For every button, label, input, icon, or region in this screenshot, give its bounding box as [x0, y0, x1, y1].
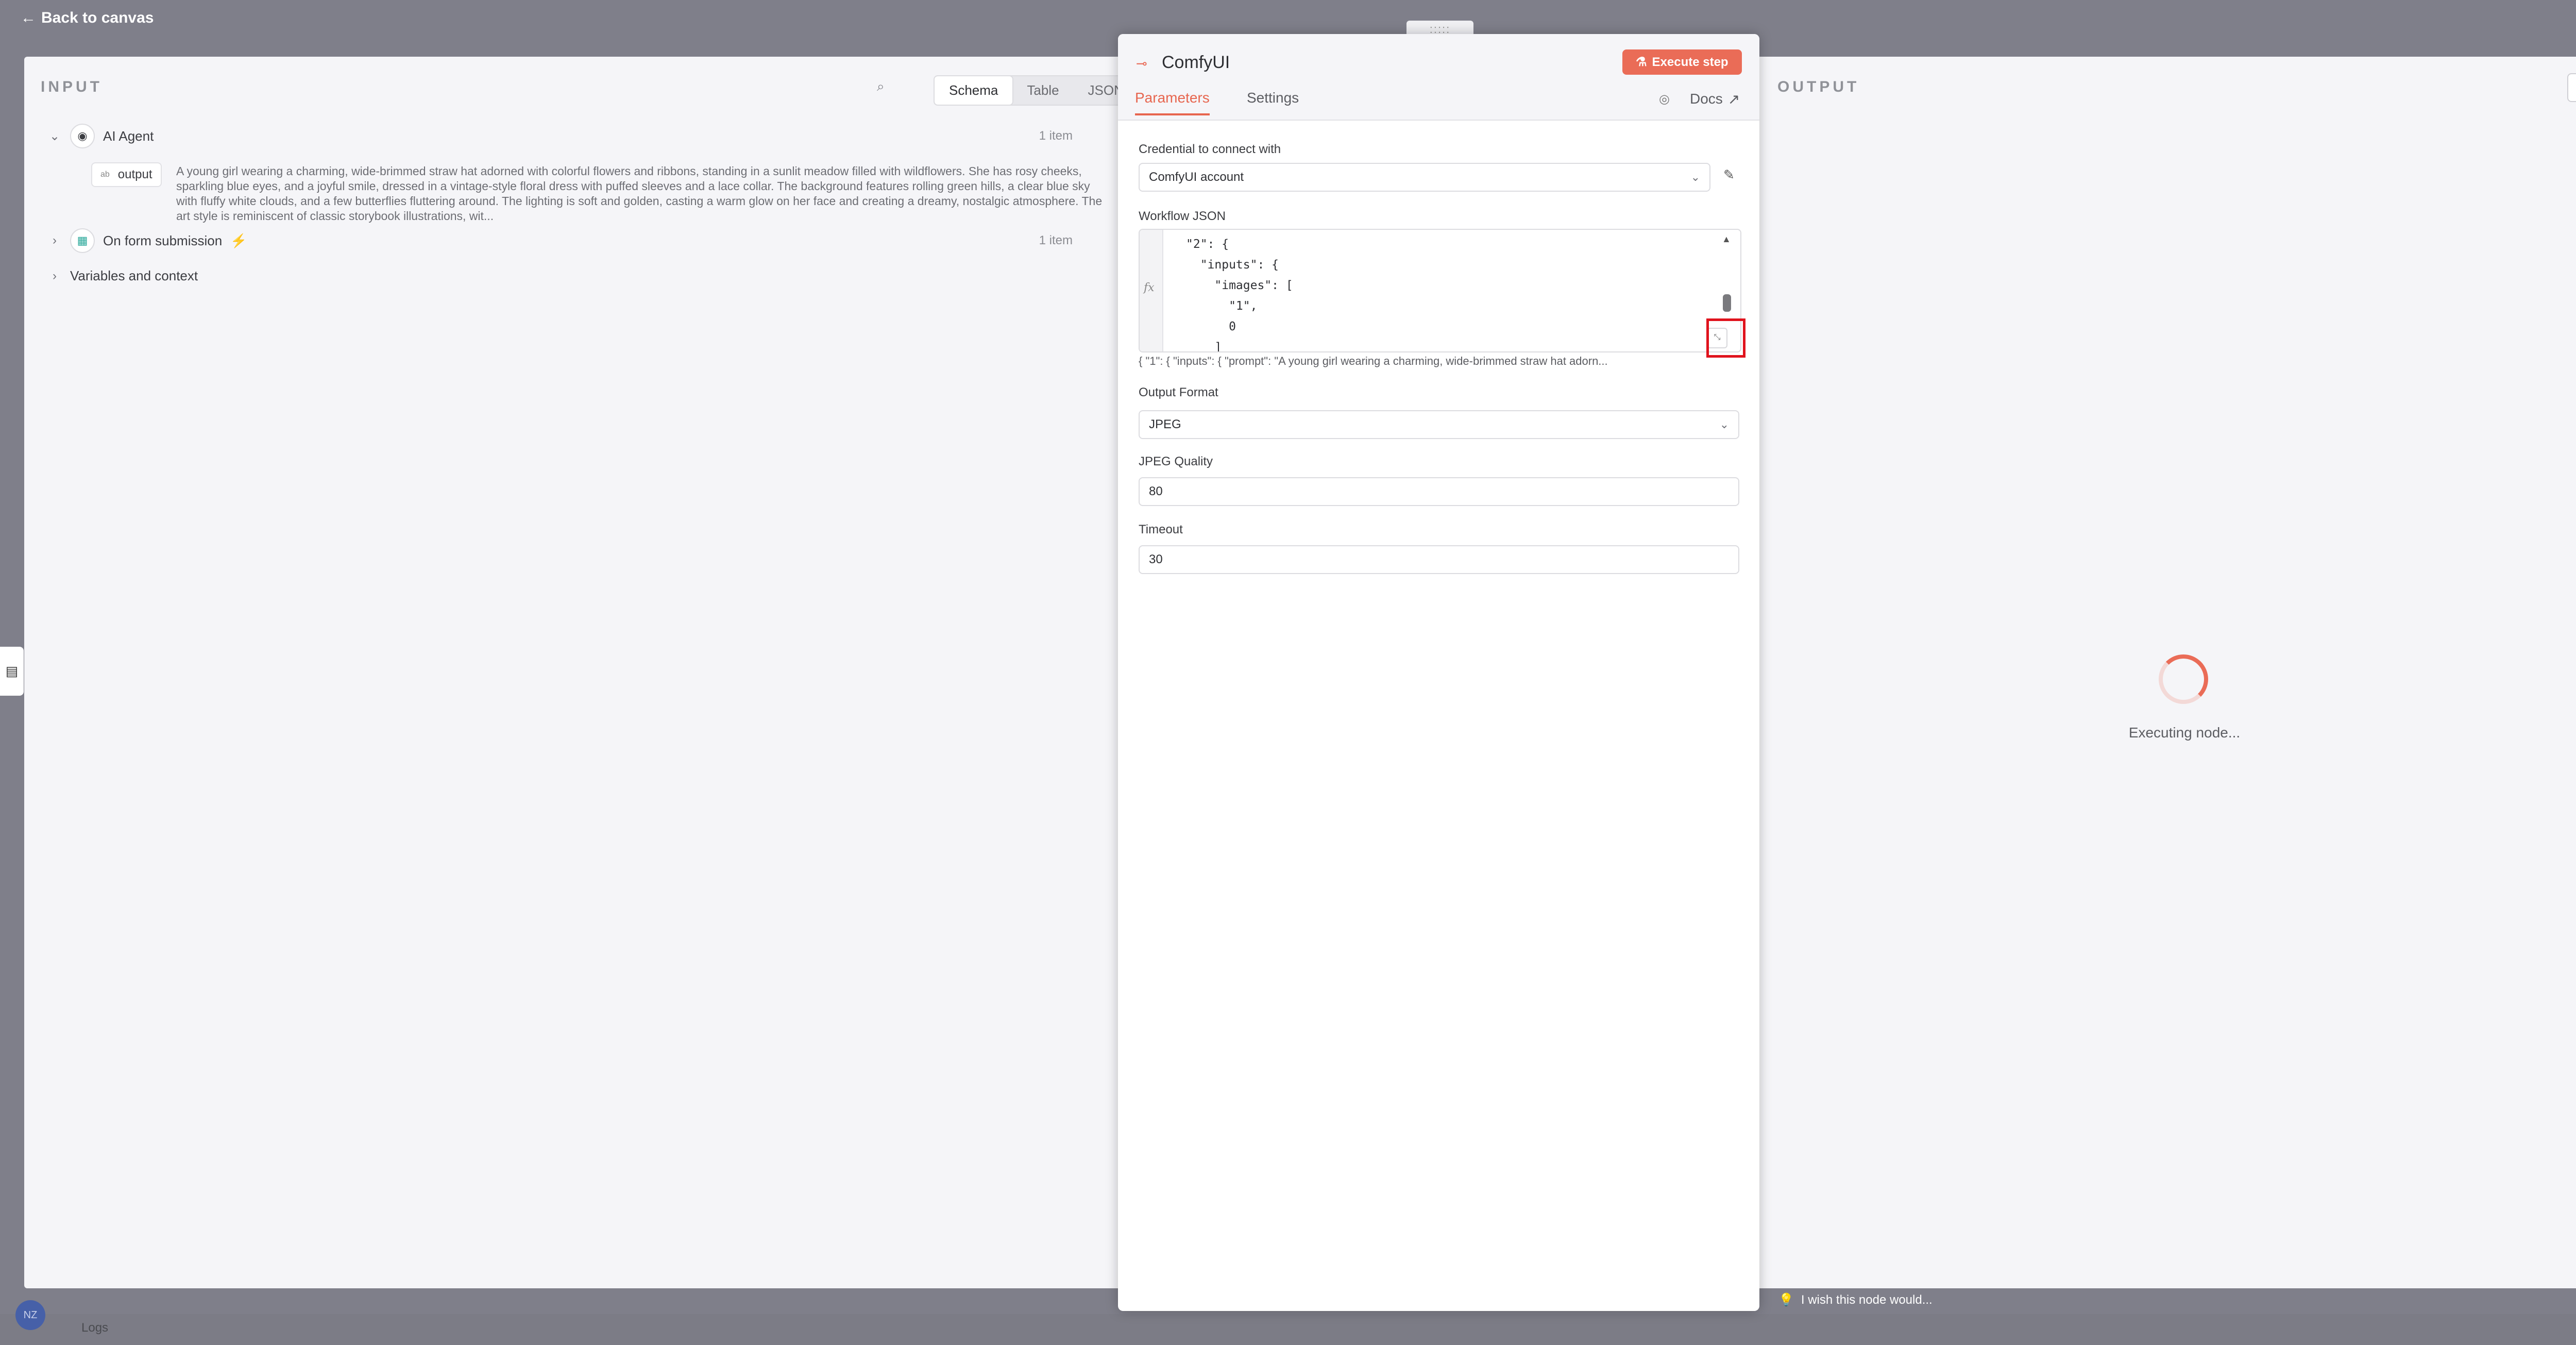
output-field-value: A young girl wearing a charming, wide-br… [176, 164, 1103, 223]
code-line: "images": [ [1186, 279, 1293, 292]
chevron-down-icon: ⌄ [1690, 171, 1700, 183]
timeout-value: 30 [1149, 552, 1163, 566]
code-line: "2": { [1186, 238, 1229, 251]
execute-label: Execute step [1652, 55, 1728, 69]
back-to-canvas-button[interactable]: ← Back to canvas [21, 9, 154, 27]
output-field-pill[interactable]: ab output [91, 162, 162, 187]
credential-label: Credential to connect with [1139, 142, 1281, 156]
highlight-box [1706, 318, 1745, 358]
chevron-down-icon: ⌄ [49, 129, 60, 143]
search-icon[interactable]: ⌕ [877, 78, 894, 96]
output-format-value: JPEG [1149, 417, 1181, 431]
jpeg-quality-value: 80 [1149, 484, 1163, 498]
scroll-up-arrow[interactable]: ▲ [1722, 234, 1731, 245]
chevron-right-icon: › [53, 268, 57, 283]
chevron-down-icon: ⌄ [1719, 418, 1729, 431]
jpeg-quality-input[interactable]: 80 [1139, 477, 1739, 506]
json-code: "2": { "inputs": { "images": [ "1", 0 ] [1186, 234, 1293, 352]
timeout-label: Timeout [1139, 523, 1183, 536]
timeout-input[interactable]: 30 [1139, 545, 1739, 574]
node-name: AI Agent [103, 128, 154, 144]
comfyui-node-icon: ⊸ [1136, 56, 1147, 71]
item-count: 1 item [1039, 129, 1073, 143]
wish-label: I wish this node would... [1801, 1292, 1933, 1307]
jpeg-quality-label: JPEG Quality [1139, 455, 1213, 468]
tree-node-form-submission[interactable]: › ▦ On form submission ⚡ 1 item [47, 228, 1104, 253]
input-panel: INPUT ⌕ Schema Table JSON ⌄ ◉ AI Agent 1… [24, 57, 1139, 1288]
tab-settings[interactable]: Settings [1247, 90, 1299, 113]
scrollbar-thumb[interactable] [1723, 294, 1731, 312]
item-count: 1 item [1039, 233, 1073, 247]
logs-label[interactable]: Logs [81, 1321, 108, 1335]
string-type-icon: ab [100, 170, 110, 179]
input-view-tabs: Schema Table JSON [934, 75, 1139, 106]
node-title[interactable]: ComfyUI [1162, 53, 1230, 73]
output-format-label: Output Format [1139, 385, 1218, 399]
tree-node-ai-agent[interactable]: ⌄ ◉ AI Agent 1 item [47, 124, 1104, 148]
side-panel-toggle[interactable]: ▤ [0, 647, 24, 696]
robot-icon: ◉ [70, 124, 95, 148]
loading-spinner [2159, 654, 2208, 704]
credential-select[interactable]: ComfyUI account ⌄ [1139, 163, 1710, 192]
credential-value: ComfyUI account [1149, 170, 1244, 184]
edit-credential-icon[interactable]: ✎ [1723, 167, 1735, 183]
tab-table[interactable]: Table [1012, 76, 1073, 105]
chevron-right-icon: › [53, 233, 57, 247]
node-name: Variables and context [70, 268, 198, 283]
code-line: "inputs": { [1186, 258, 1279, 272]
back-label: Back to canvas [41, 9, 154, 26]
workflow-json-editor[interactable]: fx "2": { "inputs": { "images": [ "1", 0… [1139, 229, 1741, 352]
arrow-left-icon: ← [21, 9, 36, 26]
node-header [1118, 34, 1759, 121]
expression-gutter: fx [1140, 230, 1163, 351]
output-format-select[interactable]: JPEG ⌄ [1139, 410, 1739, 439]
form-icon: ▦ [70, 228, 95, 253]
workflow-json-preview: { "1": { "inputs": { "prompt": "A young … [1139, 355, 1608, 367]
fx-icon: fx [1144, 281, 1155, 294]
node-parameters-panel: ⊸ ComfyUI ⚗ Execute step Parameters Sett… [1118, 34, 1759, 1311]
workflow-json-label: Workflow JSON [1139, 209, 1226, 223]
executing-status: Executing node... [2128, 725, 2241, 741]
execute-step-button[interactable]: ⚗ Execute step [1622, 49, 1742, 75]
output-panel-title: OUTPUT [1777, 78, 1860, 95]
code-line: "1", [1186, 299, 1258, 313]
bottom-strip [0, 1314, 2576, 1345]
edit-output-button[interactable]: ✎ [2567, 73, 2576, 102]
docs-label: Docs [1690, 91, 1723, 107]
flask-icon: ⚗ [1636, 55, 1647, 69]
external-link-icon: ↗ [1727, 91, 1740, 107]
code-line: ] [1186, 341, 1222, 352]
avatar[interactable]: NZ [15, 1300, 45, 1330]
help-icon[interactable]: ◎ [1659, 92, 1670, 107]
node-name: On form submission [103, 232, 223, 248]
output-field-label: output [117, 167, 152, 181]
tab-schema[interactable]: Schema [935, 76, 1013, 105]
code-line: 0 [1186, 320, 1236, 333]
output-panel: OUTPUT ✎ Executing node... [1759, 57, 2576, 1288]
tab-parameters[interactable]: Parameters [1135, 90, 1210, 115]
docs-link[interactable]: Docs ↗ [1690, 91, 1740, 108]
feedback-link[interactable]: 💡 I wish this node would... [1778, 1292, 1933, 1307]
input-panel-title: INPUT [41, 78, 103, 95]
lightbulb-icon: 💡 [1778, 1293, 1794, 1307]
trigger-bolt-icon: ⚡ [230, 232, 247, 248]
tree-node-variables[interactable]: › Variables and context [47, 268, 198, 284]
